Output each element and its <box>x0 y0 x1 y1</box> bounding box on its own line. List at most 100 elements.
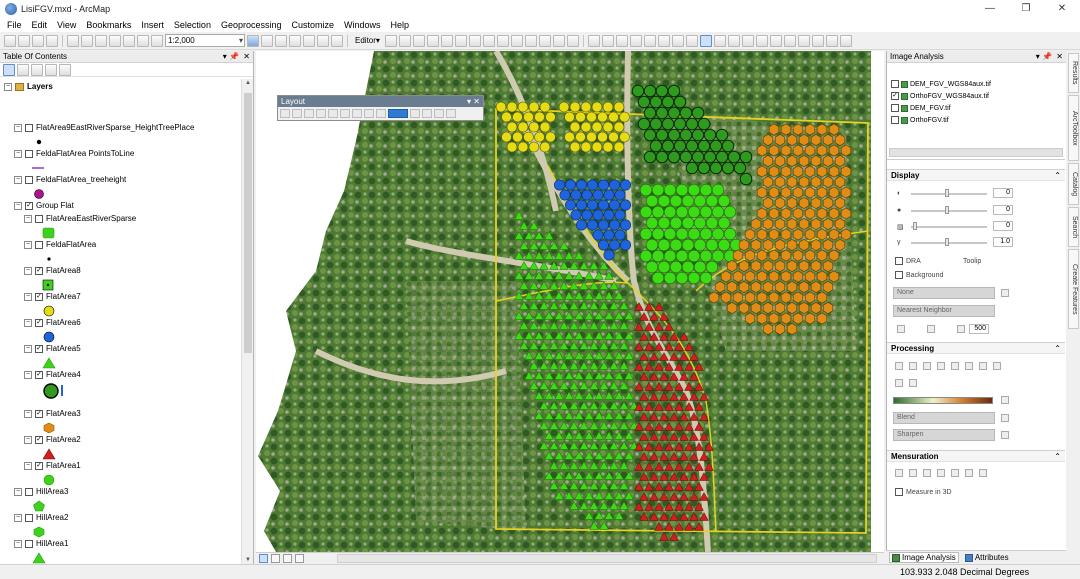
data-driven-pages-icon[interactable] <box>446 109 456 118</box>
close-icon[interactable]: ✕ <box>1056 51 1063 63</box>
map-view[interactable] <box>256 51 884 552</box>
image-item[interactable]: ✓ OrthoFGV_WGS84aux.tif <box>891 92 989 100</box>
image-checkbox[interactable] <box>891 116 899 124</box>
next-extent-icon[interactable] <box>685 34 698 47</box>
fixed-zoom-in-icon[interactable] <box>643 34 656 47</box>
collapse-toggle-icon[interactable]: − <box>14 487 22 496</box>
toc-scrollbar[interactable]: ▲ ▼ <box>241 79 253 564</box>
toc-options-icon[interactable] <box>59 63 71 76</box>
background-option[interactable]: Background <box>895 271 943 279</box>
layer-visibility-checkbox[interactable] <box>25 539 33 548</box>
fixed-zoom-in-icon[interactable] <box>340 109 350 118</box>
editor-menu[interactable]: Editor▾ <box>352 36 383 45</box>
print-icon[interactable] <box>46 34 58 47</box>
gamma-slider[interactable] <box>911 242 987 244</box>
toc-layer-row[interactable]: − ✓ Group Flat <box>14 201 74 210</box>
time-slider-icon[interactable] <box>825 34 838 47</box>
flicker-rate-value[interactable]: 500 <box>969 324 989 334</box>
toc-layer-row[interactable]: − ✓ FlatArea6 <box>24 318 81 327</box>
layer-visibility-checkbox[interactable] <box>25 149 33 158</box>
toc-layer-row[interactable]: − ✓ FlatArea8 <box>24 266 81 275</box>
image-item[interactable]: OrthoFGV.tif <box>891 116 949 124</box>
collapse-toggle-icon[interactable]: − <box>14 201 22 210</box>
layer-visibility-checkbox[interactable] <box>35 214 43 223</box>
differencing-icon[interactable] <box>909 379 917 387</box>
toc-layer-row[interactable]: − FlatArea9EastRiverSparse_HeightTreePlac… <box>14 123 194 132</box>
undo-icon[interactable] <box>123 34 135 47</box>
scroll-down-icon[interactable]: ▼ <box>242 557 254 563</box>
toc-layer-row[interactable]: − HillArea1 <box>14 539 68 548</box>
cut-icon[interactable] <box>67 34 79 47</box>
layout-zoom-in-icon[interactable] <box>280 109 290 118</box>
zoom-in-icon[interactable] <box>587 34 600 47</box>
data-view-icon[interactable] <box>259 554 268 563</box>
layer-visibility-checkbox[interactable]: ✓ <box>35 461 43 470</box>
measure-height-icon[interactable] <box>895 469 903 477</box>
layer-visibility-checkbox[interactable] <box>25 175 33 184</box>
toc-layer-row[interactable]: − HillArea2 <box>14 513 68 522</box>
minimize-button[interactable]: — <box>972 0 1008 17</box>
layout-zoom-out-icon[interactable] <box>292 109 302 118</box>
close-icon[interactable]: ✕ <box>243 51 250 63</box>
collapse-toggle-icon[interactable]: − <box>14 149 22 158</box>
copy-icon[interactable] <box>81 34 93 47</box>
tab-catalog[interactable]: Catalog <box>1068 163 1079 205</box>
menu-selection[interactable]: Selection <box>169 20 216 30</box>
toc-layer-row[interactable]: − ✓ FlatArea3 <box>24 409 81 418</box>
measure-distance-icon[interactable] <box>909 469 917 477</box>
collapse-icon[interactable]: ⌃ <box>1054 343 1061 354</box>
collapse-toggle-icon[interactable]: − <box>24 214 32 223</box>
list-by-visibility-icon[interactable] <box>31 63 43 76</box>
measure-3d-checkbox[interactable] <box>895 488 903 496</box>
tab-attributes[interactable]: Attributes <box>963 553 1011 562</box>
edit-vertices-icon[interactable] <box>468 34 481 47</box>
image-item[interactable]: DEM_FGV_WGS84aux.tif <box>891 80 991 88</box>
redo-icon[interactable] <box>137 34 149 47</box>
add-data-icon[interactable] <box>151 34 163 47</box>
contrast-value[interactable]: 0 <box>993 205 1013 215</box>
toc-layer-row[interactable]: − ✓ FlatArea4 <box>24 370 81 379</box>
measure-centroid-icon[interactable] <box>951 469 959 477</box>
scroll-thumb[interactable] <box>244 93 252 353</box>
swipe-icon[interactable] <box>897 325 905 333</box>
toc-layer-row[interactable]: − FeldaFlatArea PointsToLine <box>14 149 134 158</box>
toc-layer-row[interactable]: − FlatAreaEastRiverSparse <box>24 214 136 223</box>
edit-annotation-icon[interactable] <box>398 34 411 47</box>
editor-toolbar-icon[interactable] <box>247 34 259 47</box>
toc-layer-row[interactable]: − FeldaFlatArea <box>24 240 96 249</box>
layer-visibility-checkbox[interactable]: ✓ <box>35 344 43 353</box>
measure-3d-option[interactable]: Measure in 3D <box>895 488 952 496</box>
previous-extent-icon[interactable] <box>671 34 684 47</box>
zoom-percent-box[interactable] <box>388 109 408 118</box>
toggle-draft-icon[interactable] <box>410 109 420 118</box>
full-extent-icon[interactable] <box>629 34 642 47</box>
collapse-icon[interactable]: ⌃ <box>1054 451 1061 462</box>
identify-icon[interactable] <box>741 34 754 47</box>
layer-visibility-checkbox[interactable] <box>25 123 33 132</box>
sharpen-options-icon[interactable] <box>1001 431 1009 439</box>
menu-insert[interactable]: Insert <box>136 20 169 30</box>
layer-visibility-checkbox[interactable]: ✓ <box>35 318 43 327</box>
color-ramp[interactable] <box>893 397 993 404</box>
create-features-icon[interactable] <box>566 34 579 47</box>
trace-icon[interactable] <box>440 34 453 47</box>
menu-edit[interactable]: Edit <box>27 20 53 30</box>
list-by-drawing-order-icon[interactable] <box>3 63 15 76</box>
toc-root[interactable]: − Layers <box>4 82 53 91</box>
measure-shadow-icon[interactable] <box>965 469 973 477</box>
image-checkbox[interactable]: ✓ <box>891 92 899 100</box>
transparency-value[interactable]: 0 <box>993 221 1013 231</box>
collapse-toggle-icon[interactable]: − <box>14 123 22 132</box>
transparency-slider-knob[interactable] <box>913 222 917 230</box>
pin-icon[interactable]: ▾ 📌 <box>1036 51 1052 63</box>
clip-icon[interactable] <box>895 362 903 370</box>
dra-option[interactable]: DRA <box>895 257 921 265</box>
focus-data-frame-icon[interactable] <box>422 109 432 118</box>
collapse-toggle-icon[interactable]: − <box>14 539 22 548</box>
stretch-options-icon[interactable] <box>1001 289 1009 297</box>
python-icon[interactable] <box>317 34 329 47</box>
collapse-toggle-icon[interactable]: − <box>24 292 32 301</box>
tab-search[interactable]: Search <box>1068 207 1079 247</box>
maximize-button[interactable]: ❐ <box>1008 0 1044 17</box>
display-section-header[interactable]: Display ⌃ <box>887 169 1065 181</box>
